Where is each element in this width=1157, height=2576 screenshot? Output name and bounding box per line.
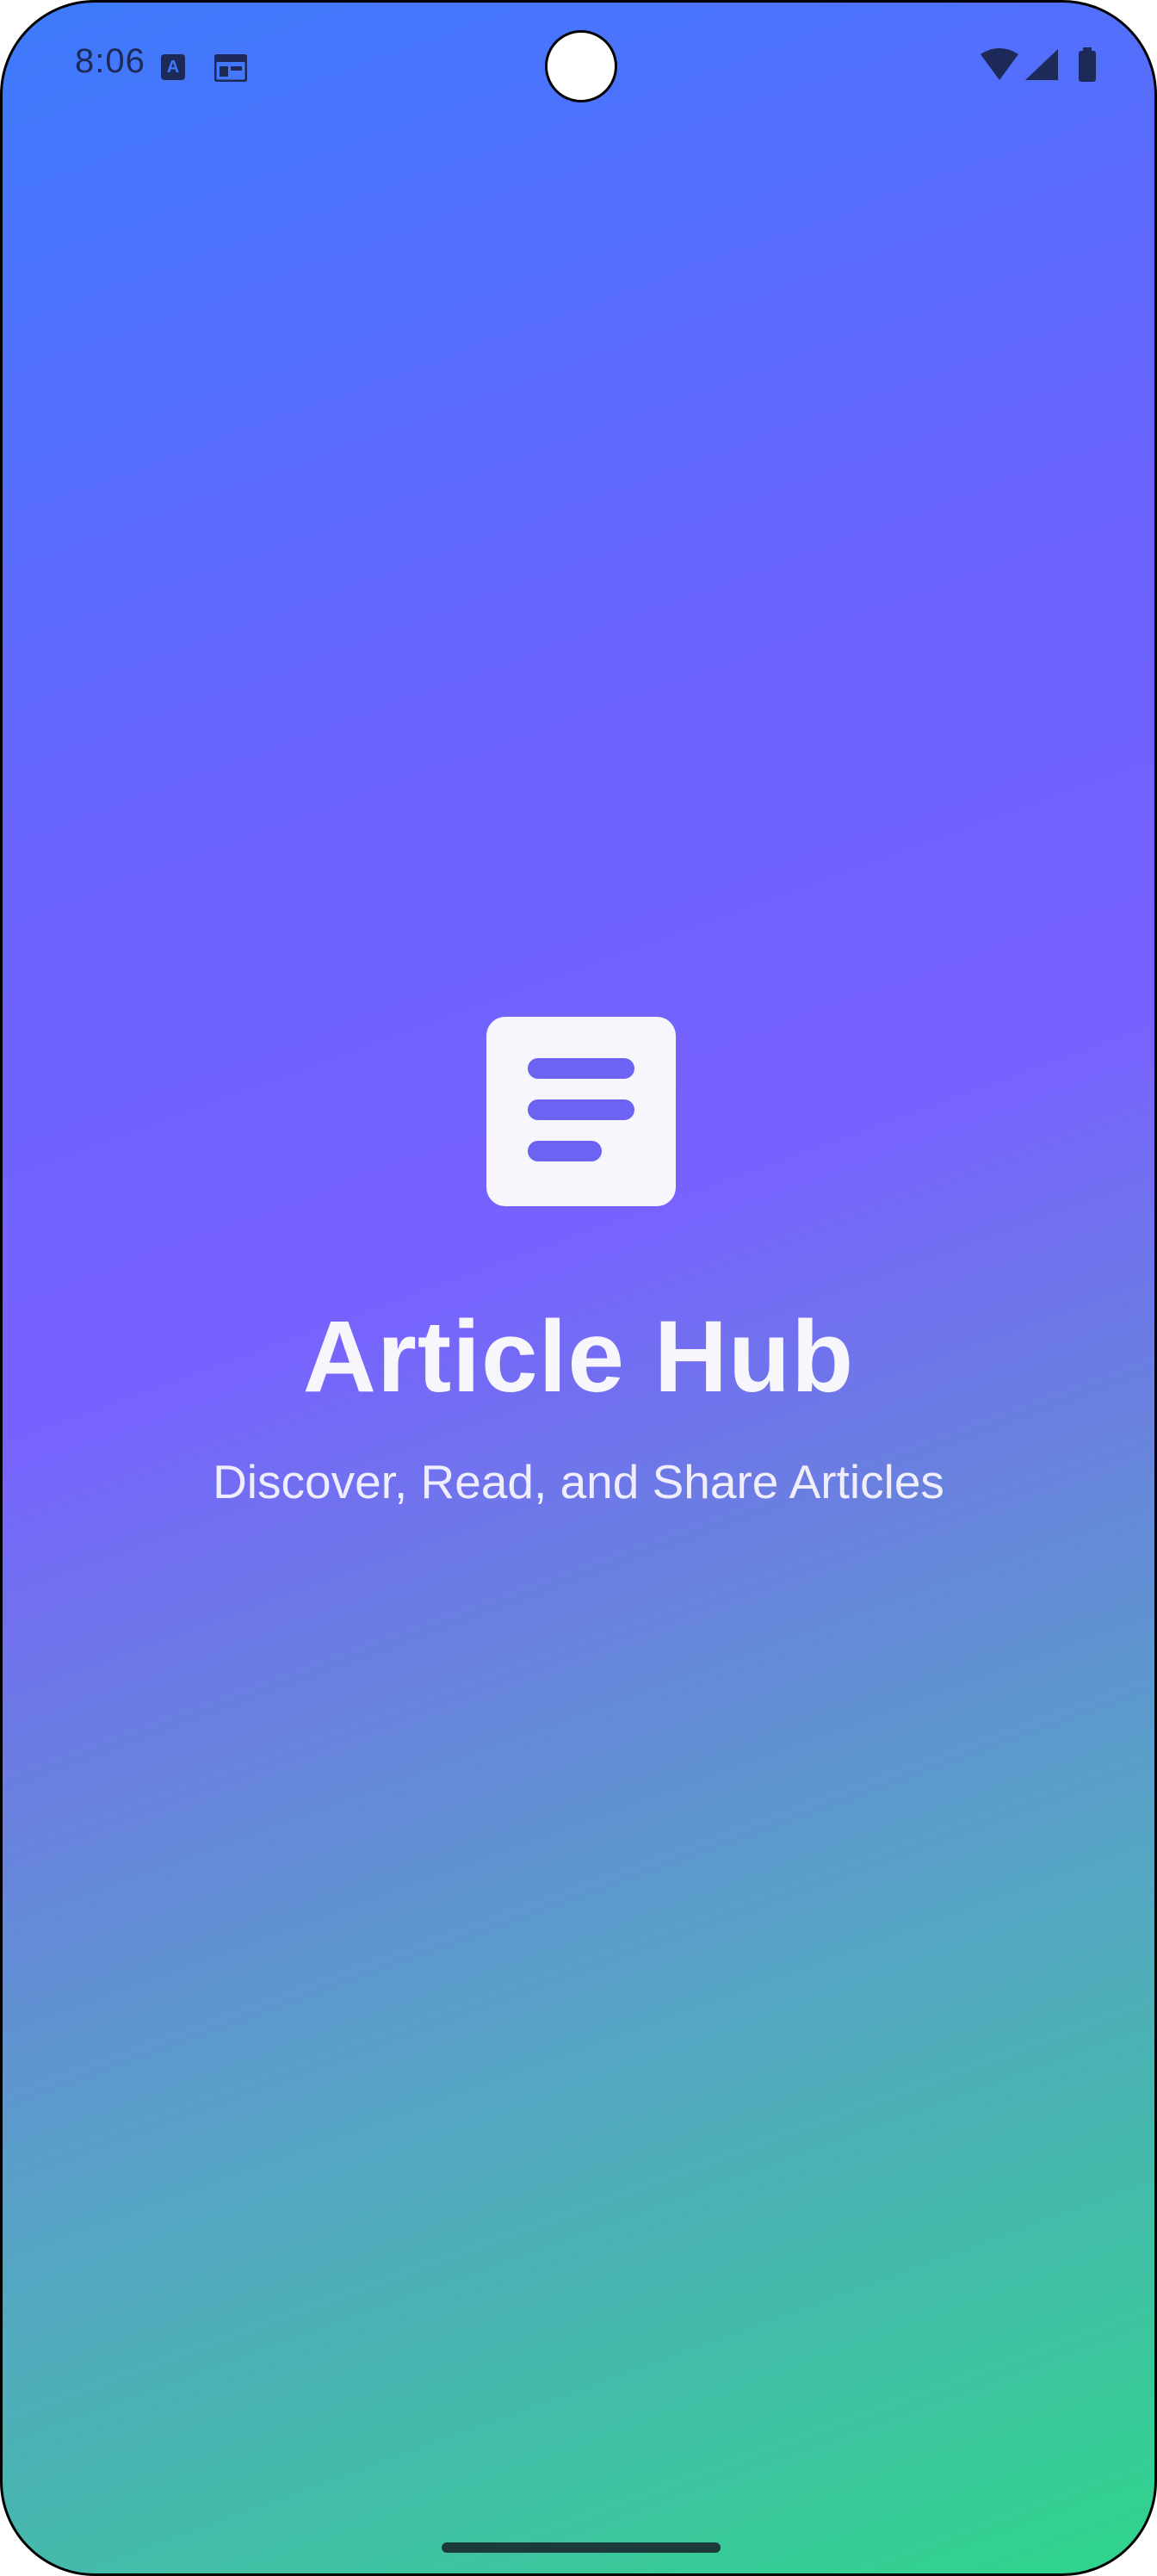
phone-screen: 8:06 A Article Hub Discover, Read, and S… [0,0,1157,2576]
calendar-icon [213,53,248,83]
status-time: 8:06 [75,42,145,80]
app-subtitle: Discover, Read, and Share Articles [213,1455,944,1508]
status-bar: 8:06 A [3,3,1154,132]
article-icon [486,1017,676,1206]
app-title: Article Hub [302,1300,855,1414]
status-indicators [974,47,1103,85]
front-camera [545,30,617,102]
battery-icon [1079,47,1096,82]
home-indicator[interactable] [442,2542,721,2553]
signal-icon [1025,49,1058,80]
wifi-icon [981,48,1018,80]
a-badge-icon: A [161,54,185,80]
